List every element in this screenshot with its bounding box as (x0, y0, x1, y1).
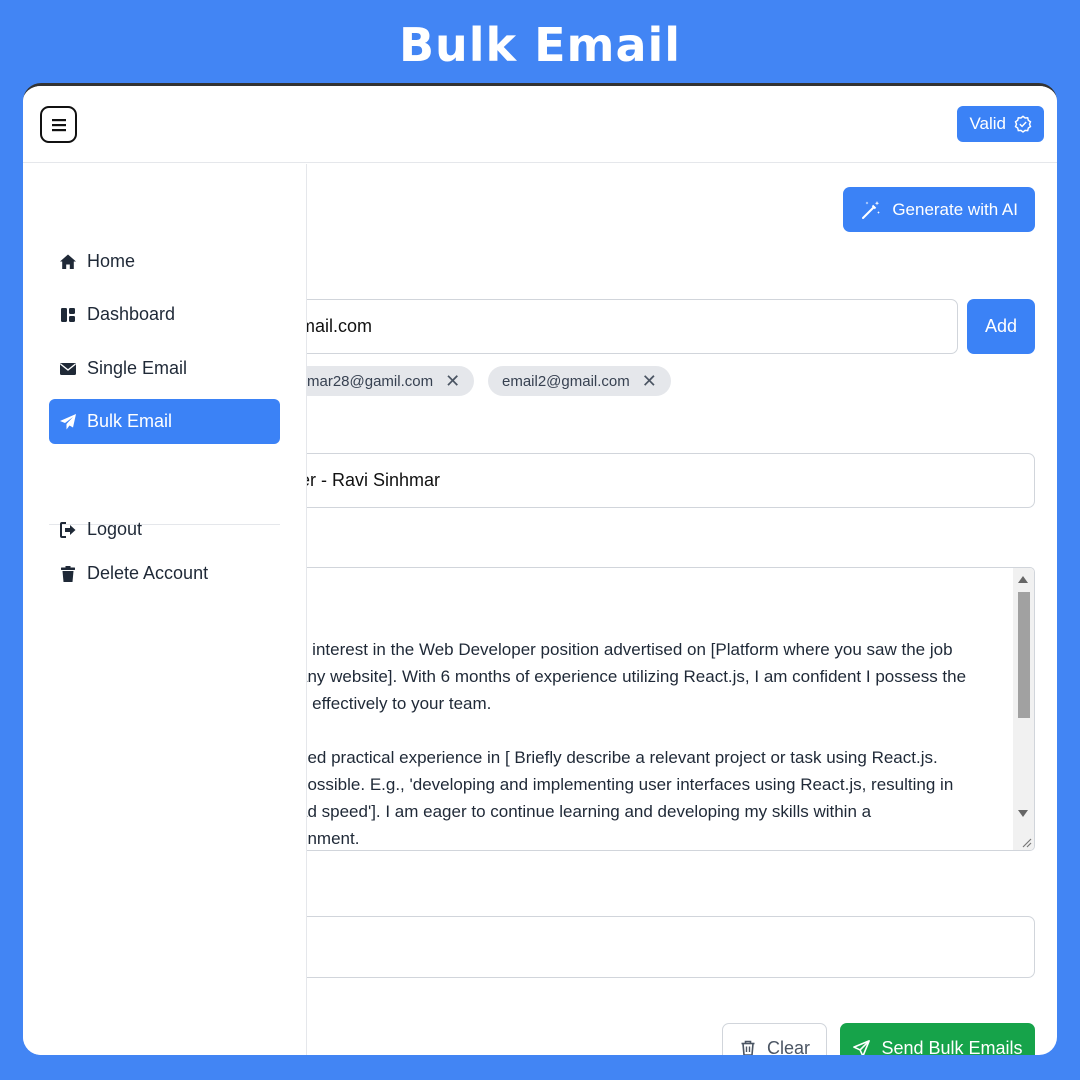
sidebar-item-label: Home (87, 251, 136, 271)
hamburger-icon (51, 118, 66, 131)
recipient-email-value: mail.com (300, 316, 373, 336)
scroll-down-icon[interactable] (1018, 810, 1028, 817)
generate-ai-label: Generate with AI (892, 199, 1018, 219)
recipient-chip: mar28@gamil.com ✕ (293, 366, 475, 396)
body-line: ned practical experience in [ Briefly de… (298, 748, 938, 767)
scroll-up-icon[interactable] (1018, 576, 1028, 583)
send-icon (853, 1039, 871, 1055)
menu-toggle-button[interactable] (40, 106, 77, 143)
send-bulk-emails-button[interactable]: Send Bulk Emails (840, 1023, 1035, 1055)
home-icon (60, 254, 76, 269)
sidebar: Home Dashboard Single Email Bulk Email L… (23, 164, 307, 1055)
remove-chip-icon[interactable]: ✕ (642, 371, 657, 392)
sidebar-item-delete-account[interactable]: Delete Account (49, 551, 280, 596)
body-line: e effectively to your team. (298, 694, 492, 713)
recipient-email-input[interactable]: mail.com (263, 299, 958, 354)
sidebar-item-label: Logout (87, 519, 143, 539)
page-title: Bulk Email (398, 18, 682, 72)
body-line: possible. E.g., 'developing and implemen… (298, 775, 954, 794)
badge-check-icon (1014, 115, 1032, 133)
clear-button[interactable]: Clear (722, 1023, 827, 1055)
sidebar-item-label: Dashboard (87, 304, 176, 324)
add-recipient-button[interactable]: Add (967, 299, 1035, 354)
email-body-textarea[interactable]: n interest in the Web Developer position… (263, 567, 1035, 851)
magic-wand-icon (862, 200, 881, 219)
paper-plane-icon (60, 413, 76, 429)
email-body-text: n interest in the Web Developer position… (298, 636, 988, 850)
body-line: any website]. With 6 months of experienc… (298, 667, 967, 686)
recipient-chip-label: email2@gmail.com (502, 372, 630, 390)
valid-button[interactable]: Valid (957, 106, 1044, 142)
logout-icon (60, 521, 76, 538)
attachment-input[interactable] (263, 916, 1035, 978)
remove-chip-icon[interactable]: ✕ (445, 371, 460, 392)
body-scrollbar[interactable] (1013, 568, 1034, 850)
recipient-chip-label: mar28@gamil.com (307, 372, 434, 390)
body-line: onment. (298, 829, 360, 848)
recipient-chip: email2@gmail.com ✕ (488, 366, 671, 396)
navbar: Valid (23, 86, 1057, 163)
dashboard-icon (61, 307, 75, 322)
body-line: ad speed']. I am eager to continue learn… (298, 802, 872, 821)
body-line (298, 717, 988, 744)
app-window: Valid Generate with AI mail.com Add mar2… (23, 83, 1057, 1055)
valid-label: Valid (969, 114, 1006, 133)
resize-handle-icon[interactable] (1020, 836, 1032, 848)
trash-icon (61, 565, 75, 582)
sidebar-item-label: Single Email (87, 358, 188, 378)
scroll-thumb[interactable] (1018, 592, 1030, 718)
body-line: n interest in the Web Developer position… (298, 640, 953, 659)
clear-label: Clear (766, 1037, 810, 1056)
sidebar-item-logout[interactable]: Logout (49, 507, 280, 552)
generate-ai-button[interactable]: Generate with AI (843, 187, 1035, 232)
sidebar-item-home[interactable]: Home (49, 239, 280, 284)
trash-icon (741, 1040, 755, 1055)
sidebar-item-bulk-email[interactable]: Bulk Email (49, 399, 280, 444)
subject-value: er - Ravi Sinhmar (300, 470, 441, 490)
envelope-icon (60, 362, 76, 375)
sidebar-item-single-email[interactable]: Single Email (49, 346, 280, 391)
sidebar-item-label: Bulk Email (87, 411, 173, 431)
sidebar-item-label: Delete Account (87, 563, 209, 583)
sidebar-item-dashboard[interactable]: Dashboard (49, 292, 280, 337)
subject-input[interactable]: er - Ravi Sinhmar (263, 453, 1035, 508)
send-label: Send Bulk Emails (881, 1037, 1023, 1056)
